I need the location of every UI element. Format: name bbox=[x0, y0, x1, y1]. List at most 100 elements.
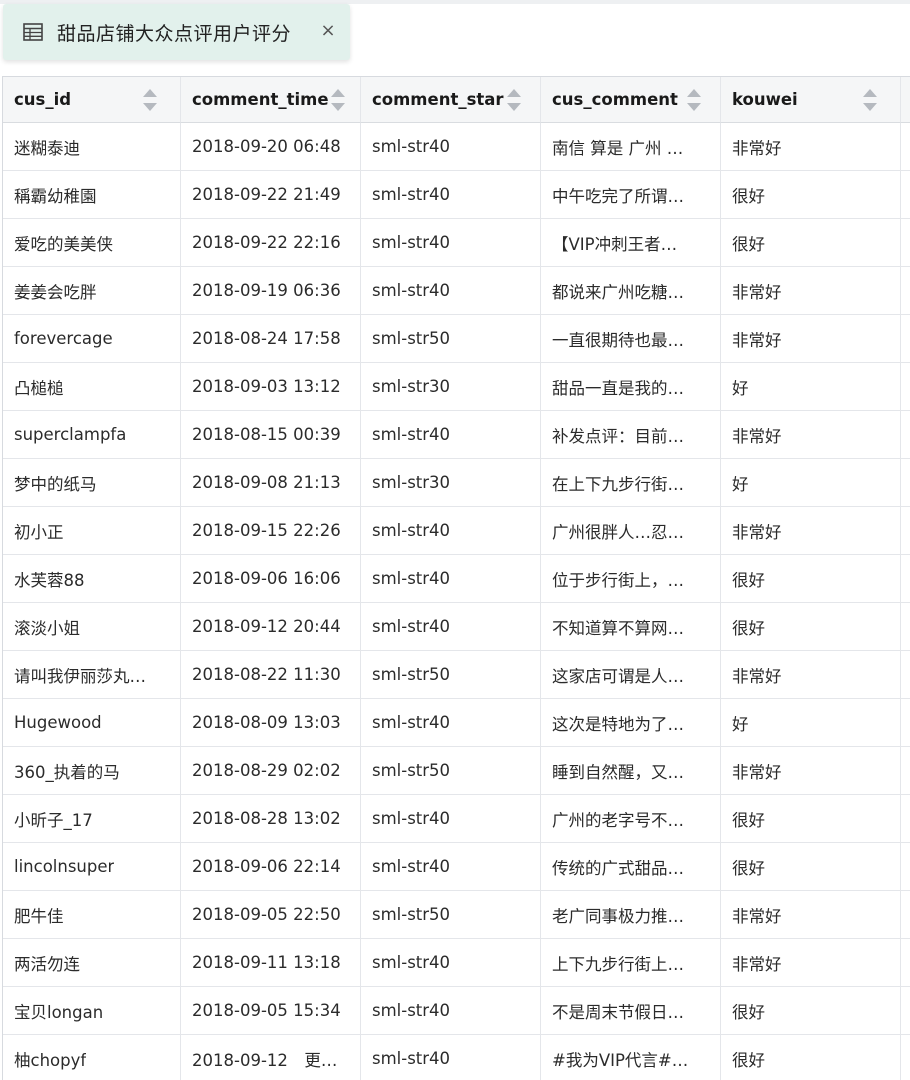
table-row[interactable]: 小昕子_17 2018-08-28 13:02 sml-str40 广州的老字号不… 很… bbox=[3, 795, 910, 843]
table-row[interactable]: Hugewood 2018-08-09 13:03 sml-str40 这次是特地为了… bbox=[3, 699, 910, 747]
table-cell-kouwei[interactable]: 很好 bbox=[721, 555, 901, 603]
table-cell-cus-id[interactable]: Hugewood bbox=[3, 699, 181, 747]
table-cell-comment-time[interactable]: 2018-08-15 00:39 bbox=[181, 411, 361, 459]
table-cell-cus-comment[interactable]: 一直很期待也最… bbox=[541, 315, 721, 363]
table-row[interactable]: 爱吃的美美侠 2018-09-22 22:16 sml-str40 【VIP冲刺王者…… bbox=[3, 219, 910, 267]
table-cell-cus-id[interactable]: 请叫我伊丽莎丸… bbox=[3, 651, 181, 699]
table-cell-kouwei[interactable]: 好 bbox=[721, 363, 901, 411]
table-cell-comment-star[interactable]: sml-str50 bbox=[361, 891, 541, 939]
column-header-cus-comment[interactable]: cus_comment bbox=[541, 77, 721, 123]
table-cell-comment-star[interactable]: sml-str40 bbox=[361, 939, 541, 987]
table-cell-comment-star[interactable]: sml-str40 bbox=[361, 507, 541, 555]
table-cell-kouwei[interactable]: 很好 bbox=[721, 219, 901, 267]
table-cell-cus-id[interactable]: 初小正 bbox=[3, 507, 181, 555]
table-cell-cus-comment[interactable]: 中午吃完了所谓… bbox=[541, 171, 721, 219]
table-cell-comment-star[interactable]: sml-str50 bbox=[361, 747, 541, 795]
table-cell-cus-comment[interactable]: 睡到自然醒，又… bbox=[541, 747, 721, 795]
table-cell-comment-time[interactable]: 2018-09-11 13:18 bbox=[181, 939, 361, 987]
table-cell-kouwei[interactable]: 很好 bbox=[721, 795, 901, 843]
table-cell-cus-id[interactable]: 稱霸幼稚園 bbox=[3, 171, 181, 219]
table-cell-cus-comment[interactable]: 这次是特地为了… bbox=[541, 699, 721, 747]
table-row[interactable]: 姜姜会吃胖 2018-09-19 06:36 sml-str40 都说来广州吃糖… 非常… bbox=[3, 267, 910, 315]
table-cell-comment-star[interactable]: sml-str40 bbox=[361, 699, 541, 747]
table-cell-cus-comment[interactable]: 位于步行街上，… bbox=[541, 555, 721, 603]
table-cell-comment-time[interactable]: 2018-08-29 02:02 bbox=[181, 747, 361, 795]
table-row[interactable]: superclampfa 2018-08-15 00:39 sml-str40 补发点… bbox=[3, 411, 910, 459]
table-cell-comment-time[interactable]: 2018-09-08 21:13 bbox=[181, 459, 361, 507]
table-cell-kouwei[interactable]: 很好 bbox=[721, 171, 901, 219]
table-cell-comment-star[interactable]: sml-str40 bbox=[361, 123, 541, 171]
table-cell-cus-comment[interactable]: 甜品一直是我的… bbox=[541, 363, 721, 411]
table-cell-cus-id[interactable]: 肥牛佳 bbox=[3, 891, 181, 939]
table-cell-cus-comment[interactable]: 【VIP冲刺王者… bbox=[541, 219, 721, 267]
table-cell-cus-id[interactable]: 两活勿连 bbox=[3, 939, 181, 987]
table-row[interactable]: 柚chopyf 2018-09-12 更… sml-str40 #我为VIP代言#… 很… bbox=[3, 1035, 910, 1080]
table-cell-cus-id[interactable]: 宝贝longan bbox=[3, 987, 181, 1035]
table-row[interactable]: 水芙蓉88 2018-09-06 16:06 sml-str40 位于步行街上，… 很好 bbox=[3, 555, 910, 603]
table-cell-cus-id[interactable]: lincolnsuper bbox=[3, 843, 181, 891]
sort-arrows-icon[interactable] bbox=[863, 89, 877, 111]
tab-dataset[interactable]: 甜品店铺大众点评用户评分 × bbox=[3, 4, 350, 60]
table-cell-cus-id[interactable]: 小昕子_17 bbox=[3, 795, 181, 843]
table-row[interactable]: lincolnsuper 2018-09-06 22:14 sml-str40 传统的… bbox=[3, 843, 910, 891]
table-cell-cus-comment[interactable]: 广州很胖人…忍… bbox=[541, 507, 721, 555]
table-cell-cus-comment[interactable]: 这家店可谓是人… bbox=[541, 651, 721, 699]
table-cell-kouwei[interactable]: 非常好 bbox=[721, 507, 901, 555]
table-cell-kouwei[interactable]: 非常好 bbox=[721, 315, 901, 363]
table-cell-comment-time[interactable]: 2018-09-06 16:06 bbox=[181, 555, 361, 603]
table-cell-comment-star[interactable]: sml-str40 bbox=[361, 1035, 541, 1080]
table-cell-cus-id[interactable]: 凸槌槌 bbox=[3, 363, 181, 411]
table-cell-cus-id[interactable]: superclampfa bbox=[3, 411, 181, 459]
table-cell-comment-star[interactable]: sml-str40 bbox=[361, 555, 541, 603]
sort-arrows-icon[interactable] bbox=[507, 89, 521, 111]
table-cell-kouwei[interactable]: 非常好 bbox=[721, 411, 901, 459]
table-row[interactable]: 肥牛佳 2018-09-05 22:50 sml-str50 老广同事极力推… 非常好 bbox=[3, 891, 910, 939]
table-cell-cus-comment[interactable]: 南信 算是 广州 … bbox=[541, 123, 721, 171]
table-cell-comment-star[interactable]: sml-str40 bbox=[361, 987, 541, 1035]
table-cell-comment-star[interactable]: sml-str40 bbox=[361, 411, 541, 459]
table-cell-comment-star[interactable]: sml-str30 bbox=[361, 459, 541, 507]
table-cell-comment-time[interactable]: 2018-09-05 22:50 bbox=[181, 891, 361, 939]
table-cell-comment-star[interactable]: sml-str40 bbox=[361, 171, 541, 219]
table-cell-kouwei[interactable]: 非常好 bbox=[721, 267, 901, 315]
table-cell-cus-comment[interactable]: 传统的广式甜品… bbox=[541, 843, 721, 891]
table-cell-comment-star[interactable]: sml-str50 bbox=[361, 651, 541, 699]
table-cell-cus-id[interactable]: 滚淡小姐 bbox=[3, 603, 181, 651]
table-cell-comment-time[interactable]: 2018-09-05 15:34 bbox=[181, 987, 361, 1035]
table-cell-cus-comment[interactable]: 都说来广州吃糖… bbox=[541, 267, 721, 315]
table-cell-comment-star[interactable]: sml-str50 bbox=[361, 315, 541, 363]
table-row[interactable]: 稱霸幼稚園 2018-09-22 21:49 sml-str40 中午吃完了所谓… 很好 bbox=[3, 171, 910, 219]
table-cell-comment-time[interactable]: 2018-09-19 06:36 bbox=[181, 267, 361, 315]
table-cell-cus-comment[interactable]: 广州的老字号不… bbox=[541, 795, 721, 843]
table-cell-comment-star[interactable]: sml-str40 bbox=[361, 267, 541, 315]
table-cell-cus-comment[interactable]: 不是周末节假日… bbox=[541, 987, 721, 1035]
table-cell-kouwei[interactable]: 非常好 bbox=[721, 123, 901, 171]
table-row[interactable]: forevercage 2018-08-24 17:58 sml-str50 一直很期… bbox=[3, 315, 910, 363]
sort-arrows-icon[interactable] bbox=[687, 89, 701, 111]
column-header-comment-star[interactable]: comment_star bbox=[361, 77, 541, 123]
table-cell-cus-id[interactable]: 梦中的纸马 bbox=[3, 459, 181, 507]
table-cell-comment-time[interactable]: 2018-09-22 21:49 bbox=[181, 171, 361, 219]
table-cell-kouwei[interactable]: 好 bbox=[721, 699, 901, 747]
close-icon[interactable]: × bbox=[318, 21, 338, 41]
table-cell-cus-comment[interactable]: 不知道算不算网… bbox=[541, 603, 721, 651]
table-cell-cus-id[interactable]: 360_执着的马 bbox=[3, 747, 181, 795]
column-header-kouwei[interactable]: kouwei bbox=[721, 77, 901, 123]
table-cell-kouwei[interactable]: 很好 bbox=[721, 1035, 901, 1080]
table-cell-cus-comment[interactable]: 老广同事极力推… bbox=[541, 891, 721, 939]
table-row[interactable]: 梦中的纸马 2018-09-08 21:13 sml-str30 在上下九步行街… 好 bbox=[3, 459, 910, 507]
table-cell-comment-time[interactable]: 2018-09-12 更… bbox=[181, 1035, 361, 1080]
table-cell-kouwei[interactable]: 非常好 bbox=[721, 651, 901, 699]
table-cell-kouwei[interactable]: 很好 bbox=[721, 843, 901, 891]
table-cell-cus-id[interactable]: 爱吃的美美侠 bbox=[3, 219, 181, 267]
table-cell-comment-time[interactable]: 2018-09-15 22:26 bbox=[181, 507, 361, 555]
table-cell-cus-id[interactable]: 迷糊泰迪 bbox=[3, 123, 181, 171]
table-cell-comment-star[interactable]: sml-str40 bbox=[361, 219, 541, 267]
table-cell-kouwei[interactable]: 很好 bbox=[721, 987, 901, 1035]
table-cell-comment-time[interactable]: 2018-09-03 13:12 bbox=[181, 363, 361, 411]
sort-arrows-icon[interactable] bbox=[331, 89, 345, 111]
table-row[interactable]: 两活勿连 2018-09-11 13:18 sml-str40 上下九步行街上… 非常好 bbox=[3, 939, 910, 987]
table-row[interactable]: 迷糊泰迪 2018-09-20 06:48 sml-str40 南信 算是 广州 … 非… bbox=[3, 123, 910, 171]
table-cell-cus-comment[interactable]: 上下九步行街上… bbox=[541, 939, 721, 987]
table-row[interactable]: 初小正 2018-09-15 22:26 sml-str40 广州很胖人…忍… 非常好 bbox=[3, 507, 910, 555]
